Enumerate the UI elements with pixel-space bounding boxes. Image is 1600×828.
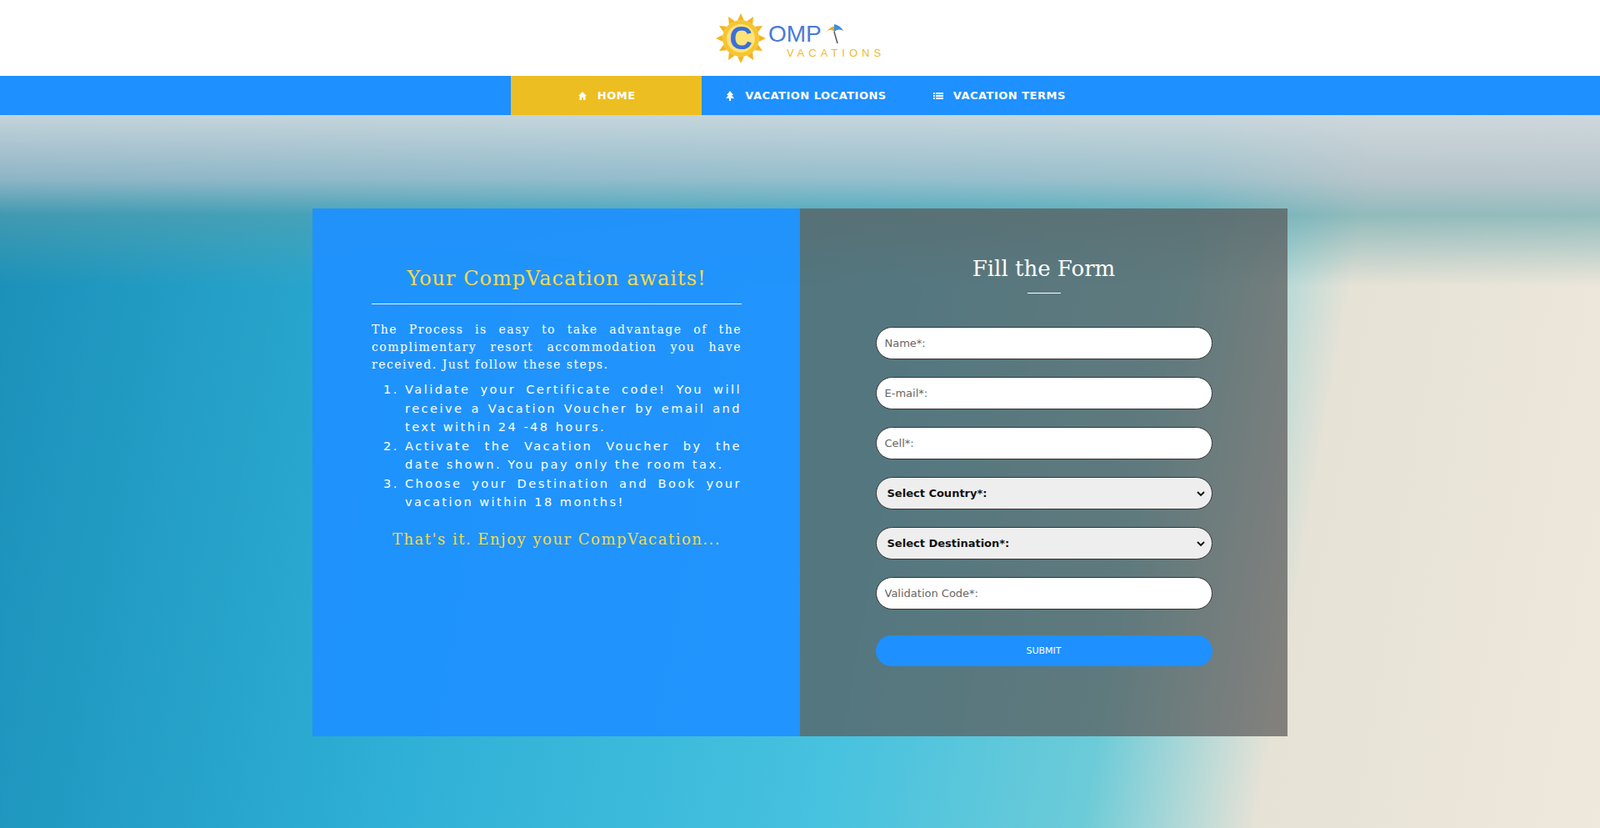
- step-item: Activate the Vacation Voucher by the dat…: [405, 436, 742, 475]
- form-fields: Select Country*: Select Destination*:: [875, 326, 1213, 610]
- submit-button[interactable]: SUBMIT: [875, 635, 1213, 666]
- form-title: Fill the Form: [972, 255, 1115, 281]
- list-icon: [933, 90, 944, 101]
- chevron-down-icon: [1196, 540, 1205, 547]
- home-icon: [577, 90, 588, 101]
- text-input[interactable]: [875, 576, 1213, 610]
- select-field[interactable]: Select Destination*:: [875, 526, 1213, 560]
- intro-text: The Process is easy to take advantage of…: [371, 320, 742, 374]
- step-item: Choose your Destination and Book your va…: [405, 474, 742, 512]
- select-value: Select Country*:: [887, 486, 988, 500]
- form-panel: Fill the Form Select Country*: Select Dest…: [800, 208, 1288, 736]
- nav-item[interactable]: HOME: [510, 75, 702, 115]
- nav-label: VACATION TERMS: [953, 89, 1066, 102]
- sun-logo: C: [715, 12, 767, 65]
- logo-subtitle: VACATIONS: [786, 47, 885, 59]
- step-item: Validate your Certificate code! You will…: [405, 380, 742, 437]
- site-logo[interactable]: C OMPVACATIONS: [715, 12, 885, 65]
- select-value: Select Destination*:: [887, 536, 1010, 550]
- intro-panel: Your CompVacation awaits! The Process is …: [312, 208, 800, 736]
- text-input[interactable]: [875, 326, 1213, 360]
- nav-label: VACATION LOCATIONS: [745, 89, 886, 102]
- logo-letter: C: [729, 22, 752, 55]
- chevron-down-icon: [1196, 490, 1205, 497]
- nav-item[interactable]: VACATION LOCATIONS: [701, 75, 910, 115]
- closing-text: That's it. Enjoy your CompVacation...: [371, 530, 742, 548]
- logo-words: OMPVACATIONS: [768, 17, 885, 59]
- title-divider: [1027, 292, 1061, 294]
- logo-word: OMP: [768, 22, 885, 46]
- site-header: C OMPVACATIONS: [0, 0, 1600, 76]
- steps-list: Validate your Certificate code! You will…: [371, 380, 742, 512]
- content-panel: Your CompVacation awaits! The Process is …: [312, 208, 1288, 736]
- intro-title: Your CompVacation awaits!: [371, 266, 742, 305]
- main-nav: HOME VACATION LOCATIONS VACATION TERMS: [0, 75, 1600, 115]
- text-input[interactable]: [875, 376, 1213, 410]
- hero-background: Your CompVacation awaits! The Process is …: [0, 115, 1600, 828]
- nav-label: HOME: [597, 89, 636, 102]
- umbrella-icon: [823, 22, 845, 45]
- select-field[interactable]: Select Country*:: [875, 476, 1213, 510]
- logo-word-text: OMP: [768, 22, 822, 46]
- nav-item[interactable]: VACATION TERMS: [910, 75, 1090, 115]
- text-input[interactable]: [875, 426, 1213, 460]
- tree-icon: [725, 90, 735, 101]
